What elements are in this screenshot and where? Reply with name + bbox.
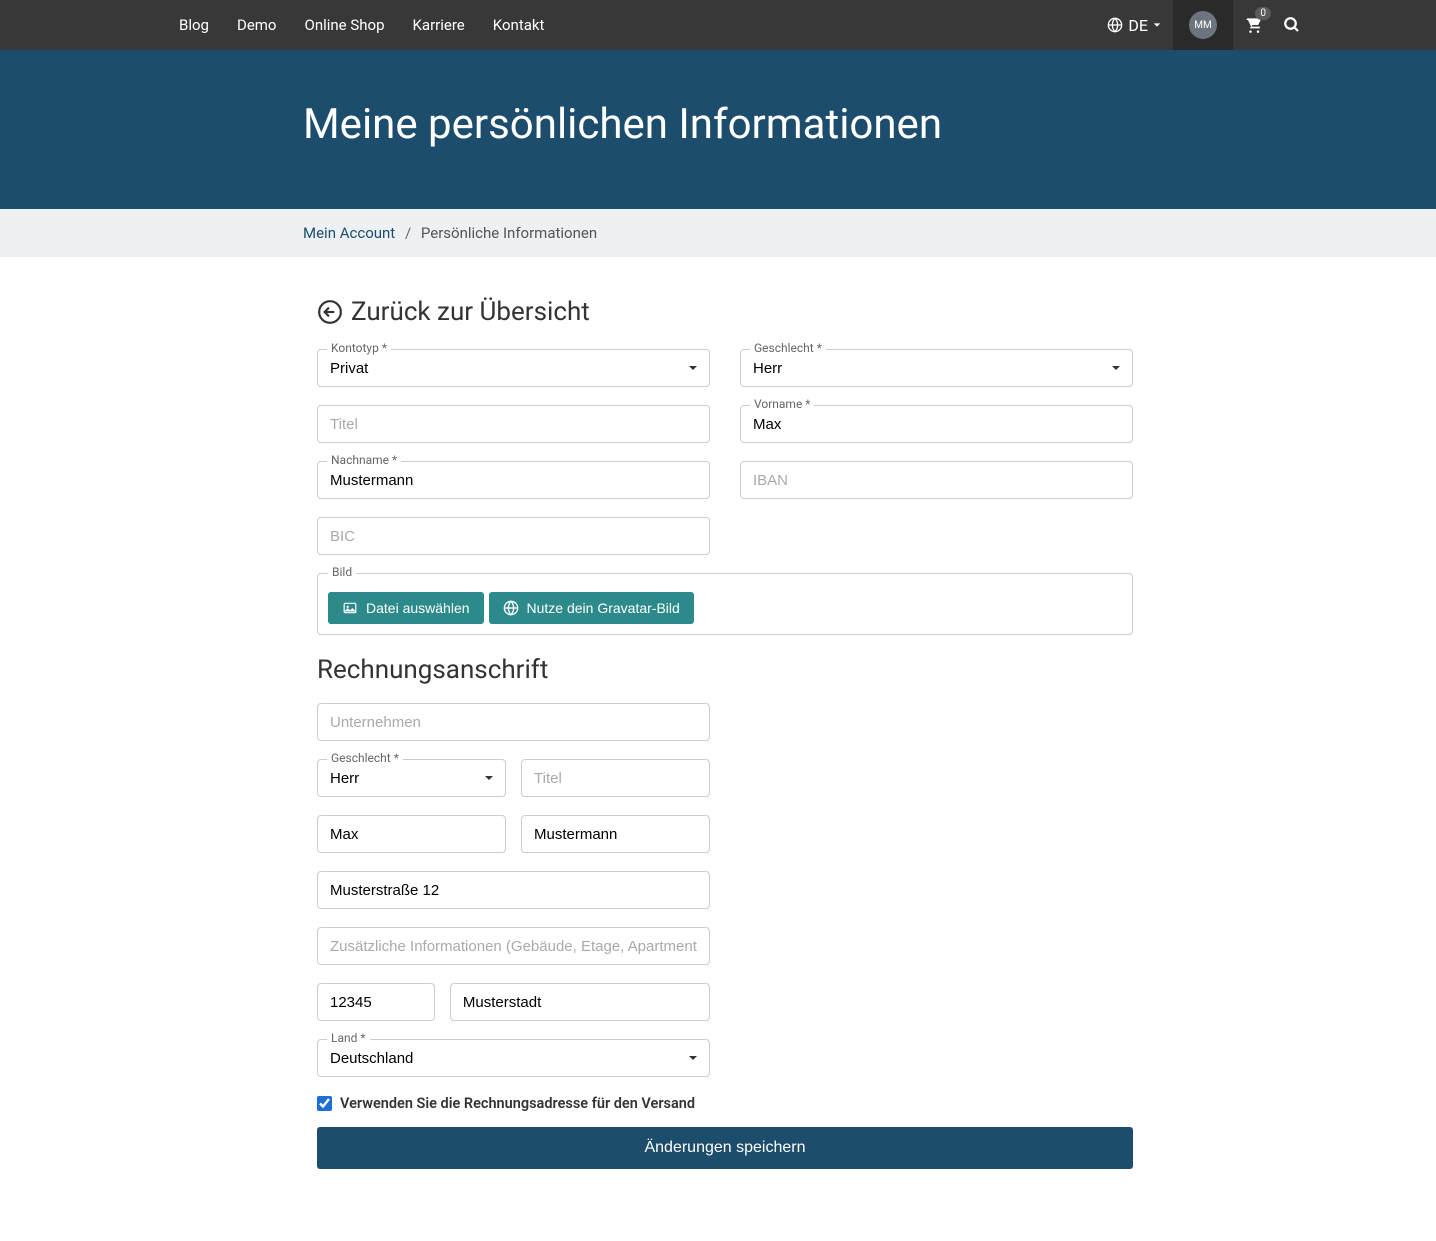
page-title: Meine persönlichen Informationen (153, 100, 1283, 149)
breadcrumb: Mein Account / Persönliche Informationen (153, 224, 1283, 242)
avatar[interactable]: MM (1189, 11, 1217, 39)
cart-button[interactable]: 0 (1233, 15, 1273, 35)
bic-group (317, 517, 710, 555)
back-link[interactable]: Zurück zur Übersicht (317, 297, 1133, 327)
use-billing-checkbox-row: Verwenden Sie die Rechnungsadresse für d… (317, 1095, 1133, 1112)
gender-label: Geschlecht * (750, 341, 826, 355)
submit-button[interactable]: Änderungen speichern (317, 1127, 1133, 1169)
title-input[interactable] (317, 405, 710, 443)
billing-first-name-input[interactable] (317, 815, 506, 853)
iban-input[interactable] (740, 461, 1133, 499)
use-billing-label[interactable]: Verwenden Sie die Rechnungsadresse für d… (340, 1095, 695, 1112)
image-legend: Bild (328, 565, 356, 579)
globe-icon (1107, 17, 1123, 33)
iban-group (740, 461, 1133, 499)
choose-file-label: Datei auswählen (366, 600, 470, 616)
breadcrumb-parent[interactable]: Mein Account (303, 224, 395, 242)
billing-country-label: Land * (327, 1031, 370, 1045)
billing-country-group: Land * Deutschland (317, 1039, 710, 1077)
content: Zurück zur Übersicht Kontotyp * Privat G… (153, 257, 1283, 1229)
billing-company-input[interactable] (317, 703, 710, 741)
billing-last-name-input[interactable] (521, 815, 710, 853)
billing-street-group (317, 871, 710, 909)
last-name-label: Nachname * (327, 453, 401, 467)
arrow-left-circle-icon (317, 299, 343, 325)
billing-city-group (450, 983, 710, 1021)
last-name-group: Nachname * (317, 461, 710, 499)
use-billing-checkbox[interactable] (317, 1096, 332, 1111)
image-icon (342, 601, 358, 615)
billing-title-input[interactable] (521, 759, 710, 797)
back-link-label: Zurück zur Übersicht (351, 297, 590, 327)
top-nav: Blog Demo Online Shop Karriere Kontakt D… (0, 0, 1436, 50)
billing-zip-group (317, 983, 435, 1021)
bic-input[interactable] (317, 517, 710, 555)
billing-first-name-group (317, 815, 506, 853)
search-icon (1283, 16, 1301, 34)
nav-blog[interactable]: Blog (165, 2, 223, 48)
title-group (317, 405, 710, 443)
billing-company-group (317, 703, 710, 741)
account-type-group: Kontotyp * Privat (317, 349, 710, 387)
billing-city-input[interactable] (450, 983, 710, 1021)
gender-group: Geschlecht * Herr (740, 349, 1133, 387)
breadcrumb-bar: Mein Account / Persönliche Informationen (0, 209, 1436, 257)
nav-links: Blog Demo Online Shop Karriere Kontakt (165, 2, 558, 48)
cart-badge: 0 (1255, 7, 1271, 20)
hero: Meine persönlichen Informationen (0, 50, 1436, 209)
chevron-down-icon (1153, 21, 1161, 29)
image-fieldset: Bild Datei auswählen Nutze dein Gravatar… (317, 573, 1133, 635)
nav-demo[interactable]: Demo (223, 2, 291, 48)
billing-country-select[interactable]: Deutschland (317, 1039, 710, 1077)
billing-gender-group: Geschlecht * Herr (317, 759, 506, 797)
language-selector[interactable]: DE (1095, 16, 1173, 35)
account-type-label: Kontotyp * (327, 341, 391, 355)
choose-file-button[interactable]: Datei auswählen (328, 592, 484, 624)
breadcrumb-separator: / (405, 224, 411, 242)
avatar-wrap: MM (1173, 0, 1233, 50)
billing-zip-input[interactable] (317, 983, 435, 1021)
first-name-group: Vorname * (740, 405, 1133, 443)
nav-karriere[interactable]: Karriere (399, 2, 479, 48)
billing-gender-label: Geschlecht * (327, 751, 403, 765)
breadcrumb-current: Persönliche Informationen (421, 224, 597, 242)
billing-street-input[interactable] (317, 871, 710, 909)
billing-additional-group (317, 927, 710, 965)
globe-icon (503, 600, 519, 616)
gravatar-label: Nutze dein Gravatar-Bild (527, 600, 680, 616)
billing-additional-input[interactable] (317, 927, 710, 965)
billing-last-name-group (521, 815, 710, 853)
nav-right: DE MM 0 (1095, 0, 1311, 50)
billing-title-group (521, 759, 710, 797)
first-name-label: Vorname * (750, 397, 814, 411)
nav-shop[interactable]: Online Shop (291, 2, 399, 48)
billing-heading: Rechnungsanschrift (317, 655, 1133, 685)
gravatar-button[interactable]: Nutze dein Gravatar-Bild (489, 592, 694, 624)
search-button[interactable] (1273, 16, 1311, 34)
nav-kontakt[interactable]: Kontakt (479, 2, 559, 48)
language-code: DE (1128, 16, 1148, 35)
